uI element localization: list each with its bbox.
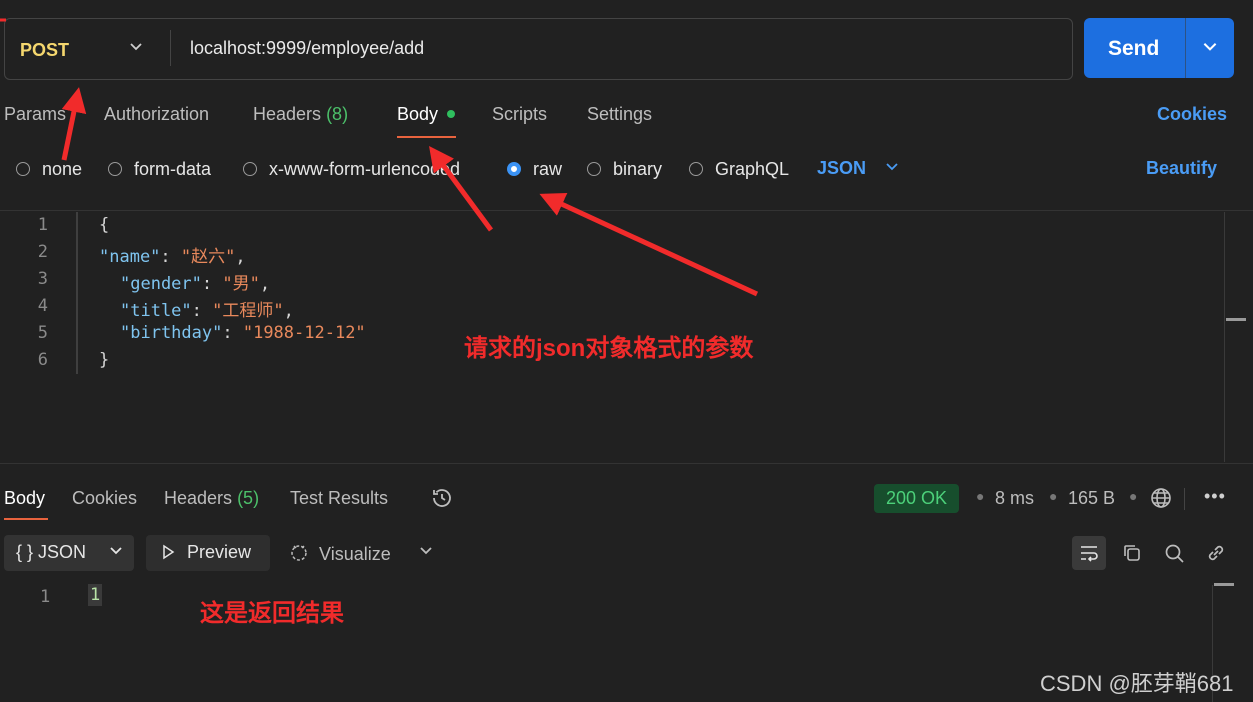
response-annotation: 这是返回结果 xyxy=(200,600,344,627)
arrow-to-body-tab xyxy=(429,145,494,232)
arrow-to-raw xyxy=(539,193,759,297)
arrow-to-method xyxy=(61,87,87,161)
watermark: CSDN @胚芽鞘681 xyxy=(1040,671,1234,696)
request-annotation: 请求的json对象格式的参数 xyxy=(464,335,754,362)
